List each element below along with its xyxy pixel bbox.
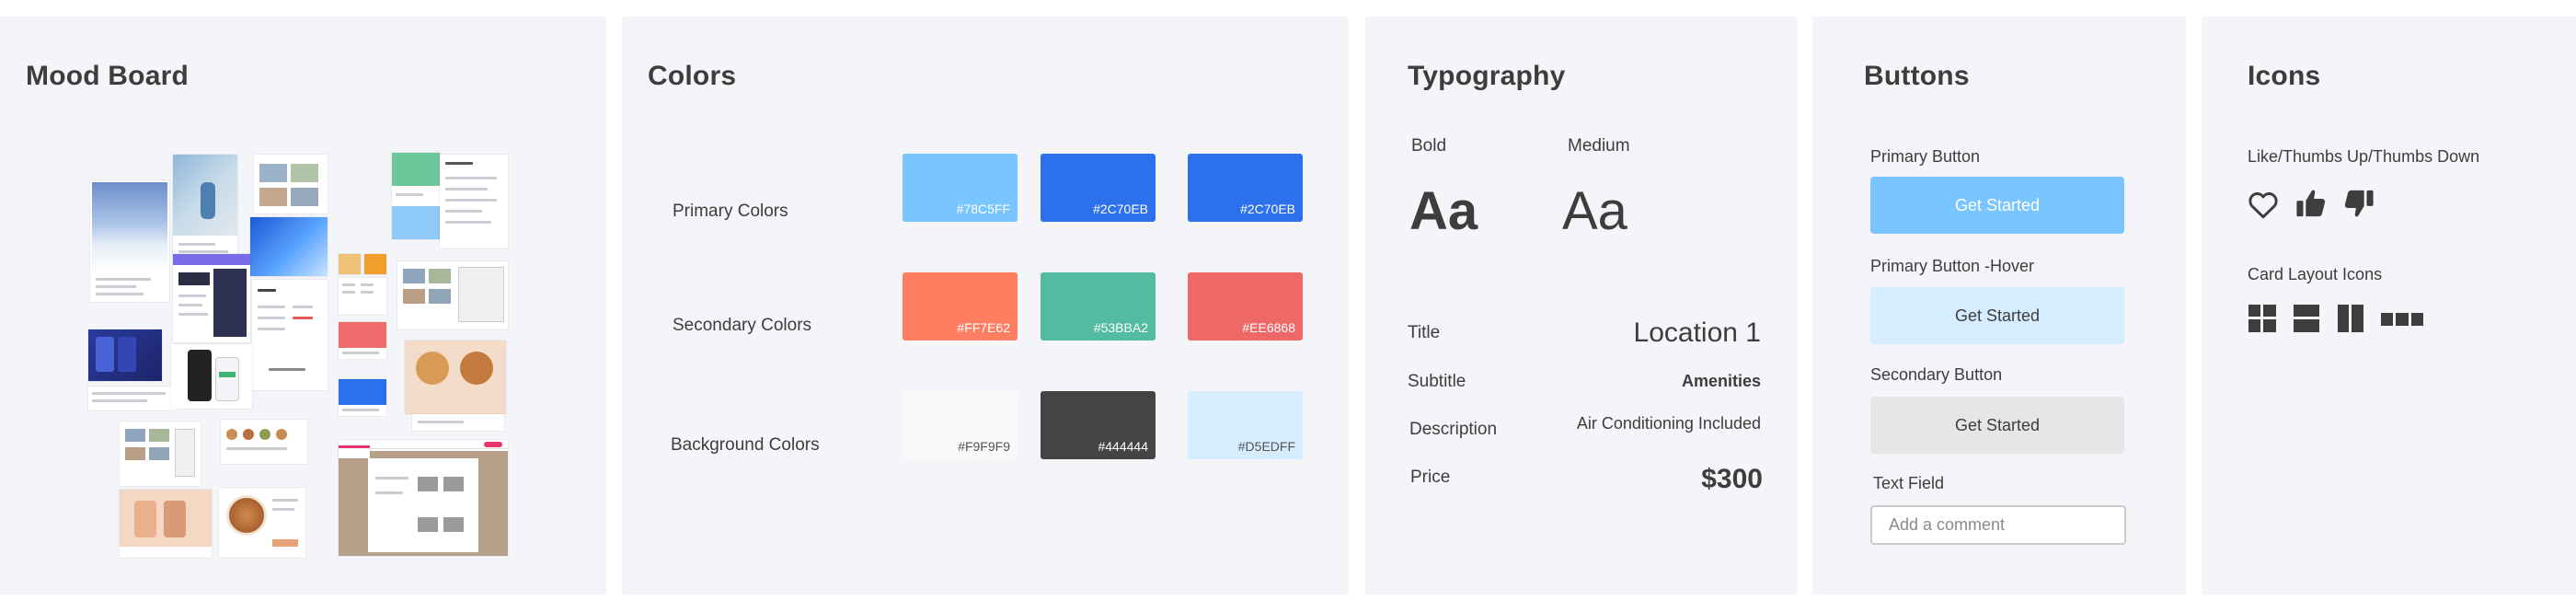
typography-panel: Typography Bold Medium Aa Aa Title Locat… (1365, 17, 1798, 595)
row-3-icon[interactable] (2381, 313, 2423, 326)
get-started-hover-button[interactable]: Get Started (1870, 287, 2124, 344)
color-swatch: #D5EDFF (1188, 391, 1303, 459)
moodboard-thumbnail (254, 155, 328, 214)
moodboard-thumbnail (440, 155, 508, 248)
bold-label: Bold (1411, 136, 1447, 156)
subtitle-spec-value: Amenities (1681, 372, 1761, 390)
colors-title: Colors (648, 61, 737, 91)
grid-2x2-icon[interactable] (2248, 305, 2276, 332)
color-swatch: #2C70EB (1188, 154, 1303, 222)
moodboard-thumbnail (339, 445, 370, 458)
get-started-primary-button[interactable]: Get Started (1870, 177, 2124, 234)
moodboard-thumbnail (219, 488, 305, 558)
icons-panel: Icons Like/Thumbs Up/Thumbs Down Card La… (2202, 17, 2576, 595)
card-layout-icons-label: Card Layout Icons (2248, 265, 2383, 283)
comment-input[interactable] (1872, 507, 2124, 543)
swatch-hex-label: #2C70EB (1240, 202, 1295, 216)
swatch-hex-label: #2C70EB (1093, 202, 1148, 216)
swatch-hex-label: #FF7E62 (957, 320, 1010, 335)
moodboard-thumbnail (339, 379, 386, 416)
icons-title: Icons (2248, 61, 2321, 91)
primary-hover-button-label: Primary Button -Hover (1870, 257, 2035, 275)
moodboard-thumbnail (392, 153, 440, 239)
medium-label: Medium (1568, 136, 1630, 156)
moodboard-thumbnail (397, 261, 508, 329)
moodboard-thumbnail (120, 421, 201, 486)
swatch-hex-label: #D5EDFF (1237, 439, 1295, 454)
moodboard-thumbnail (90, 180, 169, 302)
moodboard-thumbnail (339, 254, 361, 274)
mood-board-panel: Mood Board (0, 17, 606, 595)
rows-2-icon[interactable] (2294, 305, 2319, 332)
swatch-hex-label: #F9F9F9 (958, 439, 1010, 454)
color-swatch: #78C5FF (903, 154, 1018, 222)
moodboard-thumbnail (252, 280, 328, 390)
colors-panel: Colors Primary Colors #78C5FF #2C70EB #2… (622, 17, 1349, 595)
background-colors-label: Background Colors (671, 435, 820, 455)
title-spec-value: Location 1 (1633, 318, 1761, 348)
thumbs-down-icon[interactable] (2343, 188, 2375, 219)
title-spec-label: Title (1408, 323, 1441, 342)
columns-2-icon[interactable] (2338, 305, 2363, 332)
description-spec-value: Air Conditioning Included (1576, 414, 1761, 433)
moodboard-thumbnail (364, 254, 386, 274)
price-spec-value: $300 (1701, 464, 1763, 494)
thumbs-up-icon[interactable] (2295, 188, 2327, 219)
description-spec-label: Description (1409, 420, 1498, 439)
color-swatch: #F9F9F9 (903, 391, 1018, 459)
color-swatch: #EE6868 (1188, 272, 1303, 341)
mood-board-title: Mood Board (26, 61, 189, 91)
buttons-panel: Buttons Primary Button Get Started Prima… (1812, 17, 2186, 595)
moodboard-thumbnail (88, 387, 178, 410)
get-started-secondary-button[interactable]: Get Started (1870, 397, 2124, 454)
moodboard-thumbnail (171, 344, 252, 409)
color-swatch: #444444 (1041, 391, 1156, 459)
typography-title: Typography (1408, 61, 1566, 91)
moodboard-thumbnail (250, 217, 328, 276)
comment-text-field[interactable] (1870, 505, 2126, 545)
moodboard-thumbnail (412, 414, 504, 431)
moodboard-thumbnail (173, 155, 237, 261)
swatch-hex-label: #EE6868 (1242, 320, 1295, 335)
heart-outline-icon[interactable] (2248, 191, 2278, 219)
moodboard-thumbnail (339, 322, 386, 359)
buttons-title: Buttons (1864, 61, 1970, 91)
price-spec-label: Price (1410, 468, 1451, 487)
color-swatch: #53BBA2 (1041, 272, 1156, 341)
swatch-hex-label: #78C5FF (956, 202, 1010, 216)
moodboard-thumbnail (339, 278, 386, 315)
like-icons-label: Like/Thumbs Up/Thumbs Down (2248, 147, 2480, 166)
primary-colors-label: Primary Colors (673, 202, 788, 221)
medium-sample: Aa (1562, 181, 1627, 241)
primary-button-label: Primary Button (1870, 147, 1981, 166)
moodboard-thumbnail (221, 420, 307, 464)
moodboard-thumbnail (405, 341, 506, 414)
bold-sample: Aa (1409, 181, 1478, 241)
swatch-hex-label: #53BBA2 (1093, 320, 1148, 335)
subtitle-spec-label: Subtitle (1408, 372, 1466, 391)
moodboard-thumbnail (88, 329, 162, 381)
color-swatch: #FF7E62 (903, 272, 1018, 341)
text-field-label: Text Field (1873, 474, 1945, 492)
swatch-hex-label: #444444 (1098, 439, 1148, 454)
color-swatch: #2C70EB (1041, 154, 1156, 222)
secondary-button-label: Secondary Button (1870, 365, 2003, 384)
moodboard-thumbnail (173, 254, 250, 342)
moodboard-thumbnail (120, 490, 212, 558)
secondary-colors-label: Secondary Colors (673, 316, 812, 335)
